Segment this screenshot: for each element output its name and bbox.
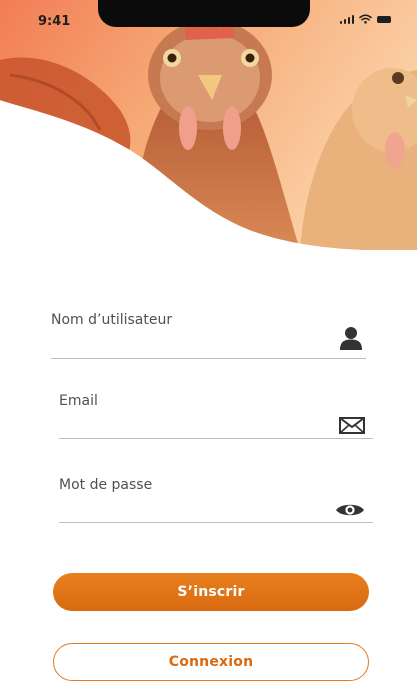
username-field[interactable]: Nom d’utilisateur [51, 312, 366, 359]
user-icon [340, 326, 362, 354]
signal-icon [339, 14, 354, 24]
battery-icon [377, 15, 391, 23]
device-notch [98, 0, 310, 27]
status-time: 9:41 [38, 14, 71, 29]
envelope-icon [339, 417, 365, 438]
username-label: Nom d’utilisateur [51, 312, 173, 328]
password-label: Mot de passe [59, 477, 153, 493]
wifi-icon [359, 14, 372, 24]
username-underline [51, 357, 366, 359]
signup-button[interactable]: S’inscrir [53, 573, 369, 611]
email-field[interactable]: Email [59, 393, 373, 439]
password-field[interactable]: Mot de passe [59, 477, 373, 523]
eye-icon[interactable] [335, 502, 365, 522]
hero-image [0, 0, 417, 250]
email-label: Email [59, 393, 98, 409]
signup-screen: 9:41 Nom d’utilisateur Email Mot de pass… [0, 0, 417, 681]
status-icons [339, 14, 391, 24]
password-underline [59, 521, 373, 523]
login-button[interactable]: Connexion [53, 643, 369, 681]
email-underline [59, 437, 373, 439]
